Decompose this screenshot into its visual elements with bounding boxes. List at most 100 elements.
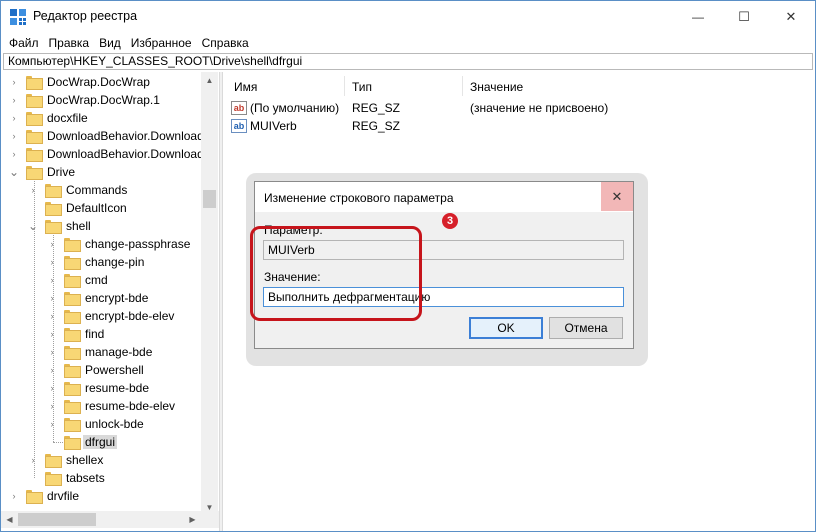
collapsed-chevron-icon[interactable]: › [47, 397, 57, 415]
tree-node[interactable]: › encrypt-bde-elev [47, 307, 176, 325]
tree-node[interactable]: DefaultIcon [28, 199, 129, 217]
tree-node-label: DocWrap.DocWrap [47, 75, 150, 89]
title-bar: Редактор реестра — ☐ ✕ [1, 1, 815, 33]
maximize-icon: ☐ [738, 9, 750, 24]
tree-connector-line [34, 181, 35, 478]
tree-node[interactable]: › DocWrap.DocWrap [9, 73, 152, 91]
hscroll-thumb[interactable] [18, 513, 96, 526]
tree-node-label: Commands [66, 183, 128, 197]
tree-node-label: change-passphrase [85, 237, 191, 251]
menu-favorites[interactable]: Избранное [126, 33, 197, 53]
value-row-default[interactable]: ab (По умолчанию) REG_SZ (значение не пр… [223, 99, 815, 117]
collapsed-chevron-icon[interactable]: › [47, 289, 57, 307]
collapsed-chevron-icon[interactable]: › [47, 307, 57, 325]
tree-node-label: encrypt-bde [85, 291, 149, 305]
minimize-icon: — [692, 10, 704, 24]
menu-file[interactable]: Файл [1, 33, 44, 53]
collapsed-chevron-icon[interactable]: › [28, 451, 38, 469]
menu-help[interactable]: Справка [197, 33, 254, 53]
cancel-button[interactable]: Отмена [549, 317, 623, 339]
tree-vertical-scrollbar[interactable]: ▲ ▼ [201, 72, 218, 516]
tree-node[interactable]: ⌄ shell [28, 217, 93, 235]
collapsed-chevron-icon[interactable]: › [28, 181, 38, 199]
folder-icon [64, 310, 81, 324]
ok-button[interactable]: OK [469, 317, 543, 339]
tree-node[interactable]: › find [47, 325, 106, 343]
collapsed-chevron-icon[interactable]: › [47, 271, 57, 289]
tree-node[interactable]: › DownloadBehavior.Download [9, 127, 206, 145]
collapsed-chevron-icon[interactable]: › [47, 415, 57, 433]
tree-node[interactable]: › change-passphrase [47, 235, 192, 253]
tree-node-label: find [85, 327, 105, 341]
collapsed-chevron-icon[interactable]: › [9, 145, 19, 163]
collapsed-chevron-icon[interactable]: › [47, 343, 57, 361]
folder-icon [64, 382, 81, 396]
tree-node-label: resume-bde-elev [85, 399, 176, 413]
tree-node-label: shell [66, 219, 91, 233]
tree-node[interactable]: › cmd [47, 271, 110, 289]
collapsed-chevron-icon[interactable]: › [9, 127, 19, 145]
tree-node[interactable]: › docxfile [9, 109, 90, 127]
tree-node-label: DefaultIcon [66, 201, 127, 215]
value-row-muiverb[interactable]: ab MUIVerb REG_SZ [223, 117, 815, 135]
menu-view[interactable]: Вид [94, 33, 126, 53]
tree-node[interactable]: › resume-bde-elev [47, 397, 177, 415]
tree-node[interactable]: › shellex [28, 451, 105, 469]
minimize-button[interactable]: — [675, 1, 721, 33]
folder-icon [26, 148, 43, 162]
collapsed-chevron-icon[interactable]: › [9, 109, 19, 127]
tree-node[interactable]: › DocWrap.DocWrap.1 [9, 91, 162, 109]
expanded-chevron-icon[interactable]: ⌄ [28, 217, 38, 235]
maximize-button[interactable]: ☐ [721, 1, 767, 33]
collapsed-chevron-icon[interactable]: › [47, 361, 57, 379]
tree-node-label: unlock-bde [85, 417, 144, 431]
tree-node[interactable]: › encrypt-bde [47, 289, 150, 307]
tree-node[interactable]: › DownloadBehavior.Download [9, 145, 206, 163]
tree-node[interactable]: › unlock-bde [47, 415, 146, 433]
collapsed-chevron-icon[interactable]: › [9, 91, 19, 109]
collapsed-chevron-icon[interactable]: › [47, 253, 57, 271]
scroll-right-arrow-icon[interactable]: ▶ [184, 511, 201, 528]
tree-node[interactable]: › change-pin [47, 253, 146, 271]
expanded-chevron-icon[interactable]: ⌄ [9, 163, 19, 181]
string-value-icon: ab [231, 119, 247, 133]
tree-node-label: shellex [66, 453, 104, 467]
collapsed-chevron-icon[interactable]: › [9, 73, 19, 91]
tree-node[interactable]: › drvfile [9, 487, 81, 505]
column-header-name[interactable]: Имя [234, 78, 257, 96]
tree-node[interactable]: tabsets [28, 469, 107, 487]
value-name: MUIVerb [250, 119, 297, 133]
folder-icon [45, 220, 62, 234]
tree-node[interactable]: › resume-bde [47, 379, 151, 397]
scroll-left-arrow-icon[interactable]: ◀ [1, 511, 18, 528]
collapsed-chevron-icon[interactable]: › [47, 379, 57, 397]
scroll-up-arrow-icon[interactable]: ▲ [201, 72, 218, 89]
value-name: (По умолчанию) [250, 101, 340, 115]
collapsed-chevron-icon[interactable]: › [47, 235, 57, 253]
tree-horizontal-scrollbar[interactable]: ◀ ▶ [1, 511, 219, 528]
dialog-title-bar: Изменение строкового параметра ✕ [255, 182, 633, 212]
address-bar[interactable]: Компьютер\HKEY_CLASSES_ROOT\Drive\shell\… [3, 53, 813, 70]
tree-node-label: cmd [85, 273, 108, 287]
tree-node[interactable]: › Commands [28, 181, 129, 199]
column-separator[interactable] [344, 76, 345, 96]
folder-icon [26, 490, 43, 504]
column-header-value[interactable]: Значение [470, 78, 523, 96]
column-separator[interactable] [462, 76, 463, 96]
folder-icon [64, 436, 81, 450]
tree-node[interactable]: › Powershell [47, 361, 146, 379]
close-button[interactable]: ✕ [768, 1, 814, 33]
registry-tree: › DocWrap.DocWrap › DocWrap.DocWrap.1 › docxf… [1, 72, 219, 531]
tree-node[interactable]: › manage-bde [47, 343, 154, 361]
tree-node[interactable]: ⌄ Drive [9, 163, 77, 181]
scroll-thumb[interactable] [203, 190, 216, 208]
folder-icon [64, 418, 81, 432]
collapsed-chevron-icon[interactable]: › [47, 325, 57, 343]
tree-node-label: dfrgui [83, 435, 118, 449]
column-header-type[interactable]: Тип [352, 78, 372, 96]
dialog-close-button[interactable]: ✕ [601, 182, 633, 211]
menu-edit[interactable]: Правка [44, 33, 95, 53]
tree-node-label: tabsets [66, 471, 105, 485]
folder-icon [45, 184, 62, 198]
collapsed-chevron-icon[interactable]: › [9, 487, 19, 505]
